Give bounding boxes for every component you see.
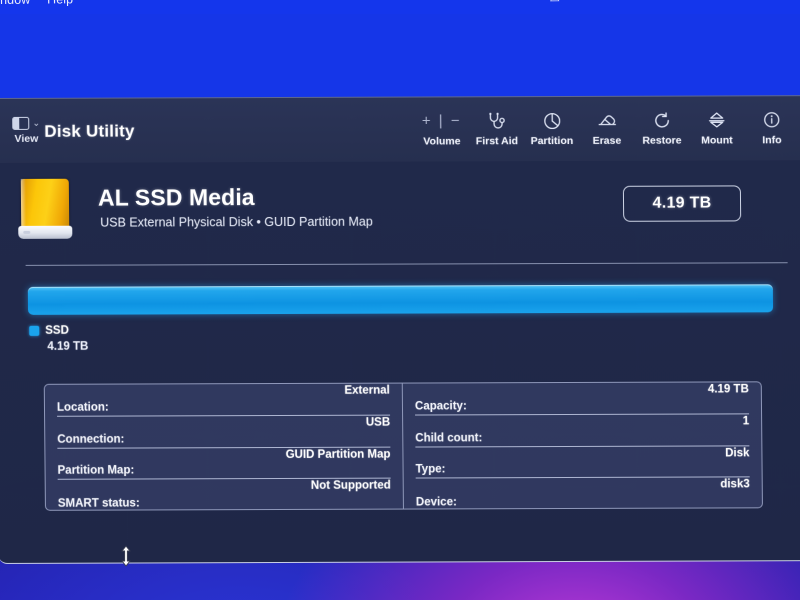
- info-key: Location:: [56, 401, 109, 414]
- info-button[interactable]: Info: [744, 107, 799, 146]
- dropbox-icon[interactable]: △: [550, 0, 559, 3]
- info-row-location: Location: External: [56, 383, 391, 417]
- erase-button[interactable]: Erase: [579, 108, 634, 147]
- legend-volume-name: SSD: [45, 324, 69, 337]
- disk-utility-window: ⌄ View Disk Utility + | − Volume First A…: [0, 95, 800, 568]
- info-row-partition-map: Partition Map: GUID Partition Map: [57, 447, 391, 481]
- toolbar-buttons: + | − Volume First Aid Partition Erase R…: [414, 107, 799, 158]
- partition-label: Partition: [530, 134, 574, 148]
- capacity-badge: 4.19 TB: [622, 185, 742, 222]
- info-row-connection: Connection: USB: [57, 415, 391, 449]
- info-value: GUID Partition Map: [285, 448, 391, 461]
- storage-legend: SSD 4.19 TB: [29, 325, 88, 353]
- mount-button[interactable]: Mount: [689, 107, 744, 147]
- legend-volume-size: 4.19 TB: [47, 340, 89, 353]
- partition-button[interactable]: Partition: [524, 108, 579, 147]
- erase-label: Erase: [592, 134, 622, 147]
- first-aid-label: First Aid: [475, 135, 519, 148]
- drive-header: AL SSD Media USB External Physical Disk …: [0, 160, 800, 253]
- info-circle-icon: [763, 110, 780, 129]
- info-row-child-count: Child count: 1: [415, 414, 750, 448]
- app-status-icon[interactable]: ●: [583, 0, 590, 2]
- disk-info-panel: Location: External Connection: USB Parti…: [43, 381, 763, 512]
- eraser-icon: [597, 111, 617, 130]
- info-row-smart-status: SMART status: Not Supported: [58, 479, 391, 512]
- info-label: Info: [762, 134, 782, 147]
- chevron-down-icon: ⌄: [32, 117, 41, 128]
- eject-mount-icon: [707, 110, 726, 129]
- menu-bar: ndow Help △ ● ▭ ☰: [0, 0, 800, 14]
- toolbar: ⌄ View Disk Utility + | − Volume First A…: [0, 96, 800, 163]
- restore-label: Restore: [642, 134, 682, 147]
- restore-button[interactable]: Restore: [634, 108, 689, 147]
- info-key: Capacity:: [414, 400, 467, 413]
- info-key: Device:: [415, 496, 457, 509]
- info-value: 1: [742, 415, 750, 428]
- menu-item-help[interactable]: Help: [47, 0, 73, 7]
- info-key: Child count:: [415, 431, 483, 445]
- control-center-icon[interactable]: ☰: [712, 0, 723, 1]
- plus-minus-icon: + | −: [421, 112, 462, 130]
- info-row-device: Device: disk3: [416, 478, 750, 511]
- mount-label: Mount: [701, 134, 733, 147]
- header-divider: [25, 262, 788, 267]
- first-aid-button[interactable]: First Aid: [469, 108, 524, 147]
- info-value: disk3: [720, 478, 750, 491]
- info-key: Type:: [415, 463, 446, 476]
- info-row-type: Type: Disk: [415, 445, 750, 479]
- view-label: View: [14, 132, 39, 145]
- info-key: Connection:: [57, 433, 125, 446]
- volume-label: Volume: [423, 135, 461, 148]
- info-value: External: [344, 384, 390, 397]
- info-value: Not Supported: [310, 479, 391, 493]
- info-value: USB: [365, 416, 391, 429]
- menu-item-window[interactable]: ndow: [0, 0, 30, 7]
- resize-vertical-cursor: [118, 545, 134, 567]
- info-value: 4.19 TB: [707, 383, 749, 396]
- legend-swatch-icon: [29, 325, 40, 336]
- drive-name: AL SSD Media: [97, 184, 255, 211]
- drive-subtitle: USB External Physical Disk • GUID Partit…: [100, 214, 373, 230]
- info-column-right: Capacity: 4.19 TB Child count: 1 Type: D…: [403, 382, 762, 511]
- sidebar-toggle-icon: [12, 116, 30, 130]
- info-column-left: Location: External Connection: USB Parti…: [44, 383, 404, 512]
- volume-button[interactable]: + | − Volume: [414, 108, 469, 147]
- info-value: Disk: [725, 446, 750, 459]
- restore-arrow-icon: [653, 111, 671, 130]
- external-hard-drive-icon: [17, 178, 74, 241]
- info-key: SMART status:: [57, 497, 140, 510]
- pie-chart-icon: [543, 111, 561, 130]
- stethoscope-icon: [487, 111, 506, 130]
- storage-usage-bar[interactable]: [27, 284, 774, 315]
- page-title: Disk Utility: [44, 121, 135, 141]
- info-key: Partition Map:: [57, 464, 135, 478]
- info-row-capacity: Capacity: 4.19 TB: [414, 382, 750, 416]
- battery-icon[interactable]: ▭: [615, 0, 626, 2]
